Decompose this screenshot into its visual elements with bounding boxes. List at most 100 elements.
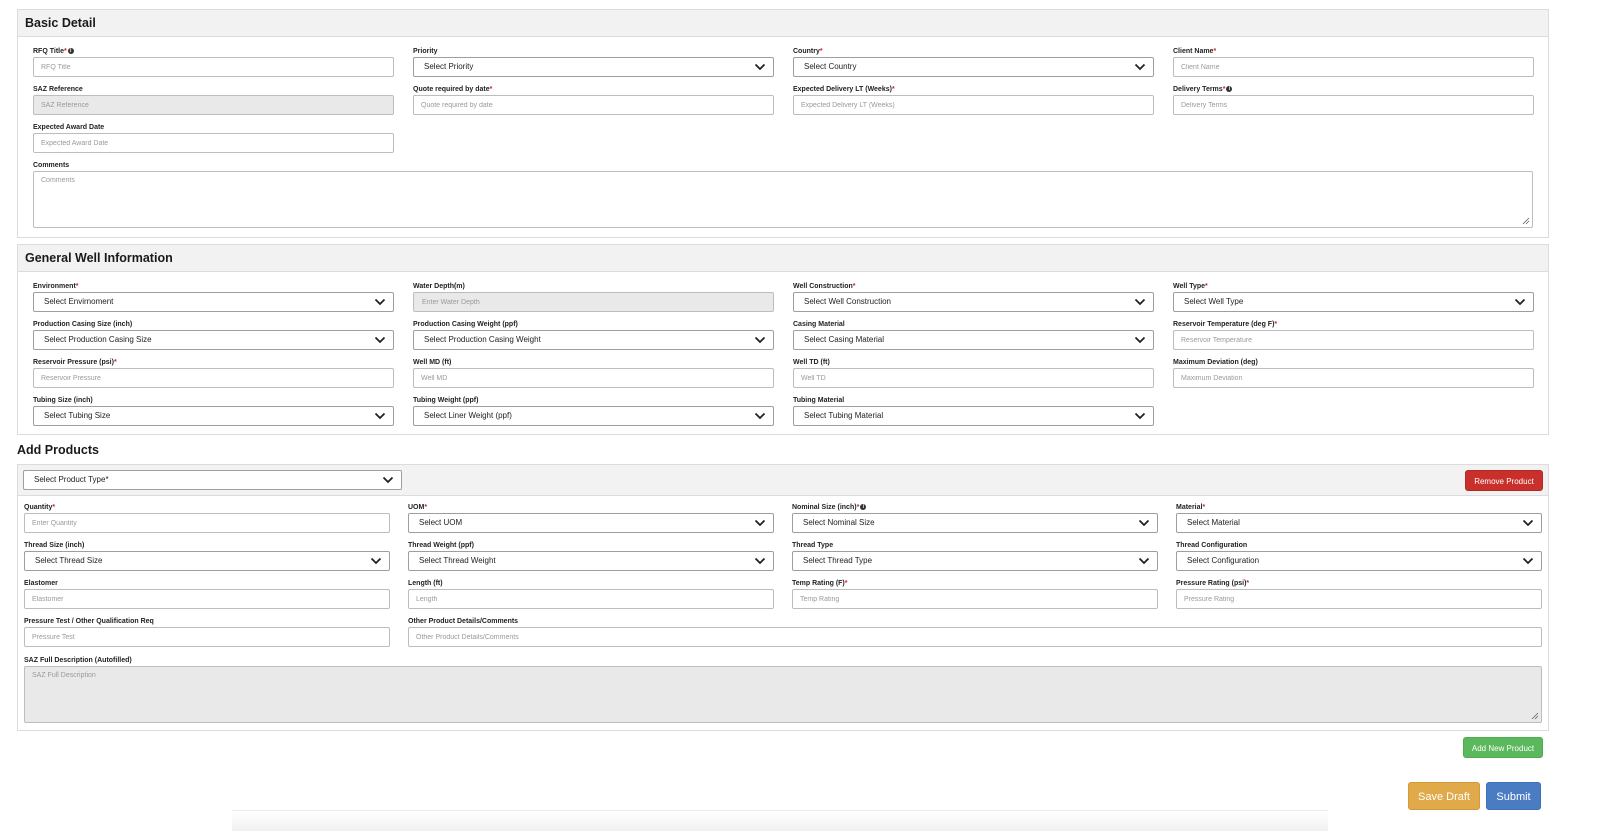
award-date-input[interactable] <box>33 133 394 153</box>
thread-size-field: Thread Size (inch) Select Thread Size <box>24 540 390 578</box>
delivery-terms-input[interactable] <box>1173 95 1534 115</box>
casing-size-select[interactable]: Select Production Casing Size <box>33 330 394 350</box>
chevron-down-icon <box>1134 298 1146 306</box>
thread-type-field: Thread Type Select Thread Type <box>792 540 1158 578</box>
max-deviation-field: Maximum Deviation (deg) <box>1173 357 1534 395</box>
comments-textarea[interactable] <box>33 171 1533 228</box>
product-grid: Quantity* UOM* Select UOM Nominal Size (… <box>24 502 1542 654</box>
quantity-field: Quantity* <box>24 502 390 540</box>
length-input[interactable] <box>408 589 774 609</box>
chevron-down-icon <box>382 476 394 484</box>
tubing-weight-field: Tubing Weight (ppf) Select Liner Weight … <box>413 395 774 433</box>
casing-weight-field: Production Casing Weight (ppf) Select Pr… <box>413 319 774 357</box>
well-md-input[interactable] <box>413 368 774 388</box>
length-field: Length (ft) <box>408 578 774 616</box>
delivery-lt-field: Expected Delivery LT (Weeks)* <box>793 84 1154 122</box>
chevron-down-icon <box>754 63 766 71</box>
info-icon[interactable]: i <box>1226 86 1233 92</box>
thread-type-select[interactable]: Select Thread Type <box>792 551 1158 571</box>
reservoir-temp-input[interactable] <box>1173 330 1534 350</box>
saz-description-textarea <box>24 666 1542 723</box>
priority-select[interactable]: Select Priority <box>413 57 774 77</box>
chevron-down-icon <box>1134 63 1146 71</box>
chevron-down-icon <box>1138 557 1150 565</box>
casing-weight-select[interactable]: Select Production Casing Weight <box>413 330 774 350</box>
chevron-down-icon <box>1134 412 1146 420</box>
temp-rating-field: Temp Rating (F)* <box>792 578 1158 616</box>
pressure-test-field: Pressure Test / Other Qualification Req <box>24 616 390 654</box>
well-md-field: Well MD (ft) <box>413 357 774 395</box>
max-deviation-input[interactable] <box>1173 368 1534 388</box>
quote-date-input[interactable] <box>413 95 774 115</box>
submit-button[interactable]: Submit <box>1486 782 1541 810</box>
pressure-test-input[interactable] <box>24 627 390 647</box>
thread-weight-select[interactable]: Select Thread Weight <box>408 551 774 571</box>
thread-config-select[interactable]: Select Configuration <box>1176 551 1542 571</box>
temp-rating-input[interactable] <box>792 589 1158 609</box>
info-icon[interactable]: i <box>67 48 74 54</box>
well-info-title: General Well Information <box>18 245 1548 272</box>
pressure-rating-field: Pressure Rating (psi)* <box>1176 578 1542 616</box>
delivery-terms-field: Delivery Terms* i <box>1173 84 1534 122</box>
tubing-material-field: Tubing Material Select Tubing Material <box>793 395 1154 433</box>
pressure-rating-input[interactable] <box>1176 589 1542 609</box>
thread-config-field: Thread Configuration Select Configuratio… <box>1176 540 1542 578</box>
chevron-down-icon <box>374 412 386 420</box>
tubing-weight-select[interactable]: Select Liner Weight (ppf) <box>413 406 774 426</box>
well-type-field: Well Type* Select Well Type <box>1173 281 1534 319</box>
well-td-input[interactable] <box>793 368 1154 388</box>
thread-size-select[interactable]: Select Thread Size <box>24 551 390 571</box>
water-depth-field: Water Depth(m) <box>413 281 774 319</box>
rfq-title-field: RFQ Title* i <box>33 46 394 84</box>
chevron-down-icon <box>1134 336 1146 344</box>
casing-material-select[interactable]: Select Casing Material <box>793 330 1154 350</box>
well-type-select[interactable]: Select Well Type <box>1173 292 1534 312</box>
chevron-down-icon <box>1522 519 1534 527</box>
chevron-down-icon <box>754 336 766 344</box>
quantity-input[interactable] <box>24 513 390 533</box>
save-draft-button[interactable]: Save Draft <box>1408 782 1480 810</box>
other-details-field: Other Product Details/Comments <box>408 616 1542 654</box>
quote-date-field: Quote required by date* <box>413 84 774 122</box>
reservoir-pressure-input[interactable] <box>33 368 394 388</box>
info-icon[interactable]: i <box>860 504 867 510</box>
tubing-size-select[interactable]: Select Tubing Size <box>33 406 394 426</box>
tubing-material-select[interactable]: Select Tubing Material <box>793 406 1154 426</box>
basic-detail-grid: RFQ Title*i Priority Select Priority Cou… <box>33 46 1534 160</box>
chevron-down-icon <box>374 336 386 344</box>
add-products-title: Add Products <box>17 443 99 457</box>
bottom-shadow <box>232 810 1328 831</box>
casing-material-field: Casing Material Select Casing Material <box>793 319 1154 357</box>
saz-reference-input <box>33 95 394 115</box>
reservoir-temp-field: Reservoir Temperature (deg F)* <box>1173 319 1534 357</box>
client-name-input[interactable] <box>1173 57 1534 77</box>
country-select[interactable]: Select Country <box>793 57 1154 77</box>
delivery-lt-input[interactable] <box>793 95 1154 115</box>
uom-field: UOM* Select UOM <box>408 502 774 540</box>
tubing-size-field: Tubing Size (inch) Select Tubing Size <box>33 395 394 433</box>
chevron-down-icon <box>374 298 386 306</box>
environment-select[interactable]: Select Envirnoment <box>33 292 394 312</box>
material-select[interactable]: Select Material <box>1176 513 1542 533</box>
product-type-select[interactable]: Select Product Type* <box>23 470 402 490</box>
add-new-product-button[interactable]: Add New Product <box>1463 737 1543 758</box>
well-construction-field: Well Construction* Select Well Construct… <box>793 281 1154 319</box>
nominal-size-select[interactable]: Select Nominal Size <box>792 513 1158 533</box>
rfq-title-input[interactable] <box>33 57 394 77</box>
environment-field: Environment* Select Envirnoment <box>33 281 394 319</box>
well-construction-select[interactable]: Select Well Construction <box>793 292 1154 312</box>
chevron-down-icon <box>370 557 382 565</box>
resize-handle-icon[interactable] <box>1531 712 1539 720</box>
country-field: Country* Select Country <box>793 46 1154 84</box>
comments-field: Comments <box>33 160 1533 228</box>
uom-select[interactable]: Select UOM <box>408 513 774 533</box>
casing-size-field: Production Casing Size (inch) Select Pro… <box>33 319 394 357</box>
basic-detail-title: Basic Detail <box>18 10 1548 37</box>
remove-product-button[interactable]: Remove Product <box>1465 470 1543 491</box>
chevron-down-icon <box>1522 557 1534 565</box>
well-info-grid: Environment* Select Envirnoment Water De… <box>33 281 1534 433</box>
other-details-input[interactable] <box>408 627 1542 647</box>
elastomer-input[interactable] <box>24 589 390 609</box>
resize-handle-icon[interactable] <box>1522 217 1530 225</box>
saz-reference-field: SAZ Reference <box>33 84 394 122</box>
